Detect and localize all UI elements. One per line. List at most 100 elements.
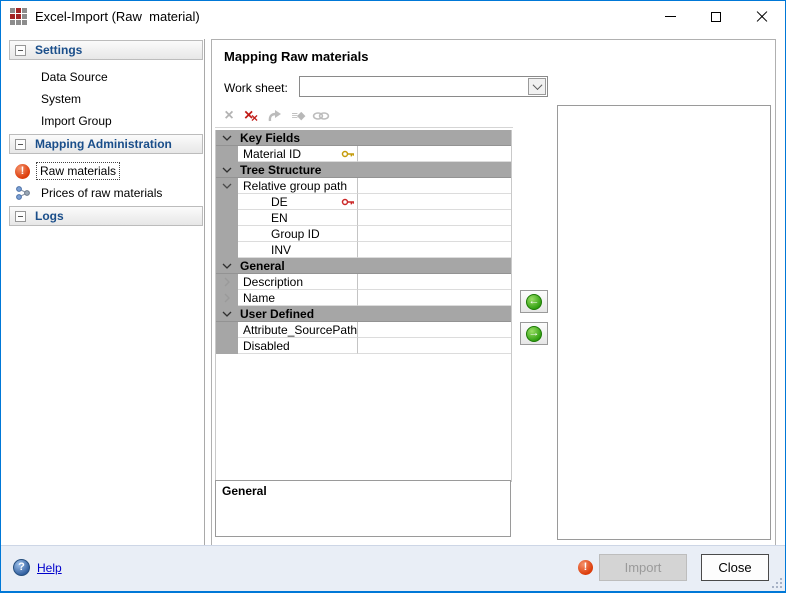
row-expander[interactable] — [216, 226, 238, 242]
worksheet-dropdown-button[interactable] — [528, 78, 546, 95]
mapping-table: Key FieldsMaterial IDTree StructureRelat… — [215, 130, 512, 482]
close-window-button[interactable] — [739, 1, 785, 32]
row-expander[interactable] — [216, 274, 238, 290]
sidebar-section-settings[interactable]: Settings — [9, 40, 203, 60]
row-expander[interactable] — [216, 242, 238, 258]
field-label: Name — [243, 291, 275, 305]
field-value-cell[interactable] — [358, 322, 511, 338]
help-link[interactable]: Help — [37, 561, 62, 575]
titlebar: Excel-Import (Raw material) — [1, 1, 785, 32]
row-expander[interactable] — [216, 194, 238, 210]
chevron-down-icon — [222, 167, 232, 173]
field-row-en[interactable]: EN — [216, 210, 511, 226]
row-expander[interactable] — [216, 178, 238, 194]
row-expander[interactable] — [216, 322, 238, 338]
chevron-right-icon — [224, 293, 230, 303]
field-name-cell[interactable]: Material ID — [238, 146, 358, 162]
group-row-user-defined[interactable]: User Defined — [216, 306, 511, 322]
field-name-cell[interactable]: INV — [238, 242, 358, 258]
link-columns-button[interactable] — [312, 107, 330, 125]
sidebar-item-import-group[interactable]: Import Group — [9, 110, 204, 132]
assign-column-right-button[interactable]: → — [520, 322, 548, 345]
field-row-description[interactable]: Description — [216, 274, 511, 290]
field-row-disabled[interactable]: Disabled — [216, 338, 511, 354]
worksheet-label: Work sheet: — [224, 81, 288, 95]
delete-all-mappings-button[interactable]: ×× — [243, 107, 261, 125]
sidebar-item-label: Prices of raw materials — [38, 185, 165, 201]
row-expander[interactable] — [216, 146, 238, 162]
excel-columns-panel[interactable] — [557, 105, 771, 540]
group-row-tree-structure[interactable]: Tree Structure — [216, 162, 511, 178]
field-value-cell[interactable] — [358, 146, 511, 162]
row-expander[interactable] — [216, 306, 238, 321]
group-label: General — [238, 258, 285, 273]
field-row-de[interactable]: DE — [216, 194, 511, 210]
field-name-cell[interactable]: DE — [238, 194, 358, 210]
hierarchy-icon — [15, 185, 31, 201]
row-expander[interactable] — [216, 258, 238, 273]
excel-import-window: Excel-Import (Raw material) Settings Data… — [0, 0, 786, 593]
auto-mapping-button[interactable]: ≡◆ — [289, 107, 307, 125]
sidebar-item-prices-of-raw-materials[interactable]: Prices of raw materials — [9, 182, 204, 204]
minimize-button[interactable] — [647, 1, 693, 32]
error-icon — [15, 164, 30, 179]
field-name-cell[interactable]: Group ID — [238, 226, 358, 242]
collapse-minus-icon[interactable] — [15, 139, 26, 150]
row-expander[interactable] — [216, 162, 238, 177]
field-row-attribute-sourcepath[interactable]: Attribute_SourcePath — [216, 322, 511, 338]
field-name-cell[interactable]: Attribute_SourcePath — [238, 322, 358, 338]
row-expander[interactable] — [216, 290, 238, 306]
main-panel: Mapping Raw materials Work sheet: ×××≡◆ … — [211, 39, 776, 546]
delete-mapping-button[interactable]: × — [220, 107, 238, 125]
field-name-cell[interactable]: EN — [238, 210, 358, 226]
description-box: General — [215, 480, 511, 537]
field-row-group-id[interactable]: Group ID — [216, 226, 511, 242]
undo-mapping-button[interactable] — [266, 107, 284, 125]
chain-link-icon — [312, 111, 330, 121]
worksheet-combobox[interactable] — [299, 76, 548, 97]
sidebar-item-system[interactable]: System — [9, 88, 204, 110]
chevron-down-icon — [222, 311, 232, 317]
resize-grip[interactable] — [772, 578, 782, 588]
field-value-cell[interactable] — [358, 178, 511, 194]
field-name-cell[interactable]: Description — [238, 274, 358, 290]
field-row-inv[interactable]: INV — [216, 242, 511, 258]
import-button[interactable]: Import — [599, 554, 687, 581]
row-expander[interactable] — [216, 130, 238, 145]
field-label: Description — [243, 275, 303, 289]
sidebar-section-logs[interactable]: Logs — [9, 206, 203, 226]
field-name-cell[interactable]: Name — [238, 290, 358, 306]
close-button[interactable]: Close — [701, 554, 769, 581]
field-value-cell[interactable] — [358, 338, 511, 354]
field-value-cell[interactable] — [358, 242, 511, 258]
row-expander[interactable] — [216, 338, 238, 354]
field-name-cell[interactable]: Relative group path — [238, 178, 358, 194]
group-row-key-fields[interactable]: Key Fields — [216, 130, 511, 146]
field-label: INV — [271, 243, 291, 257]
maximize-button[interactable] — [693, 1, 739, 32]
collapse-minus-icon[interactable] — [15, 211, 26, 222]
field-value-cell[interactable] — [358, 194, 511, 210]
field-value-cell[interactable] — [358, 290, 511, 306]
sidebar-section-label: Settings — [35, 43, 82, 57]
field-value-cell[interactable] — [358, 226, 511, 242]
validation-error-icon — [578, 560, 593, 575]
field-name-cell[interactable]: Disabled — [238, 338, 358, 354]
field-value-cell[interactable] — [358, 274, 511, 290]
field-value-cell[interactable] — [358, 210, 511, 226]
red-double-x-icon: ×× — [243, 107, 261, 125]
assign-column-left-button[interactable]: ← — [520, 290, 548, 313]
field-row-relative-group-path[interactable]: Relative group path — [216, 178, 511, 194]
field-row-name[interactable]: Name — [216, 290, 511, 306]
sidebar-section-mapping-administration[interactable]: Mapping Administration — [9, 134, 203, 154]
row-expander[interactable] — [216, 210, 238, 226]
field-row-material-id[interactable]: Material ID — [216, 146, 511, 162]
close-icon — [756, 11, 768, 23]
collapse-minus-icon[interactable] — [15, 45, 26, 56]
window-controls — [647, 1, 785, 32]
sidebar-item-data-source[interactable]: Data Source — [9, 66, 204, 88]
group-row-general[interactable]: General — [216, 258, 511, 274]
app-icon — [10, 8, 27, 25]
footer: Help Import Close — [1, 545, 785, 591]
sidebar-item-raw-materials[interactable]: Raw materials — [9, 160, 204, 182]
